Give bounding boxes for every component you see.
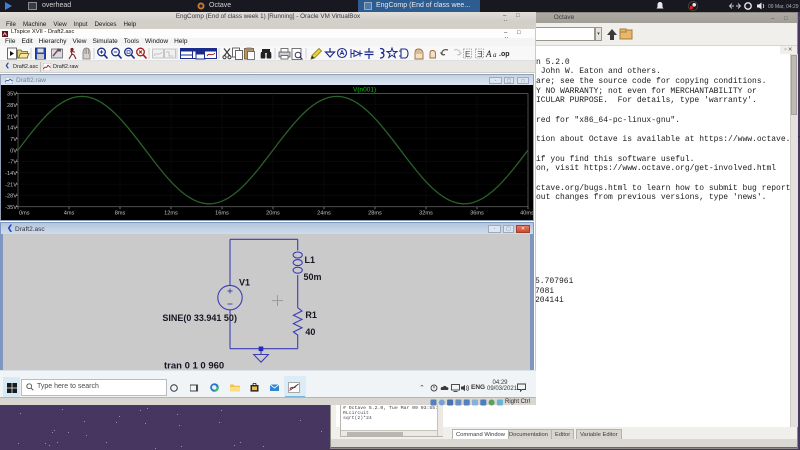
svg-text:V1: V1 xyxy=(239,278,250,288)
svg-text:20ms: 20ms xyxy=(266,211,280,217)
svg-text:4ms: 4ms xyxy=(64,211,75,217)
svg-text:-14V: -14V xyxy=(5,171,17,177)
svg-text:-28V: -28V xyxy=(5,194,17,200)
svg-text:-35V: -35V xyxy=(5,205,17,211)
svg-text:0ms: 0ms xyxy=(19,211,30,217)
svg-text:R1: R1 xyxy=(305,310,317,320)
svg-text:28ms: 28ms xyxy=(368,211,382,217)
svg-text:E: E xyxy=(465,50,470,59)
svg-text:12ms: 12ms xyxy=(164,211,178,217)
svg-text:V(n001): V(n001) xyxy=(353,87,376,94)
svg-text:36ms: 36ms xyxy=(470,211,484,217)
svg-text:-21V: -21V xyxy=(5,182,17,188)
svg-text:40: 40 xyxy=(305,327,315,337)
svg-text:SINE(0 33.941 50): SINE(0 33.941 50) xyxy=(162,313,237,323)
svg-text:32ms: 32ms xyxy=(419,211,433,217)
svg-text:A: A xyxy=(485,49,492,59)
svg-text:24ms: 24ms xyxy=(317,211,331,217)
svg-text:-7V: -7V xyxy=(8,160,17,166)
svg-text:21V: 21V xyxy=(7,114,17,120)
svg-text:14V: 14V xyxy=(7,126,17,132)
svg-text:a: a xyxy=(493,51,497,59)
svg-text:28V: 28V xyxy=(7,103,17,109)
svg-text:50m: 50m xyxy=(304,272,322,282)
svg-text:16ms: 16ms xyxy=(215,211,229,217)
svg-text:40ms: 40ms xyxy=(520,211,533,217)
svg-text:8ms: 8ms xyxy=(115,211,126,217)
svg-text:35V: 35V xyxy=(7,92,17,98)
svg-text:0V: 0V xyxy=(10,148,17,154)
svg-text:7V: 7V xyxy=(10,137,17,143)
svg-text:L1: L1 xyxy=(305,255,316,265)
svg-text:E: E xyxy=(477,50,482,59)
svg-text:.op: .op xyxy=(499,51,510,58)
